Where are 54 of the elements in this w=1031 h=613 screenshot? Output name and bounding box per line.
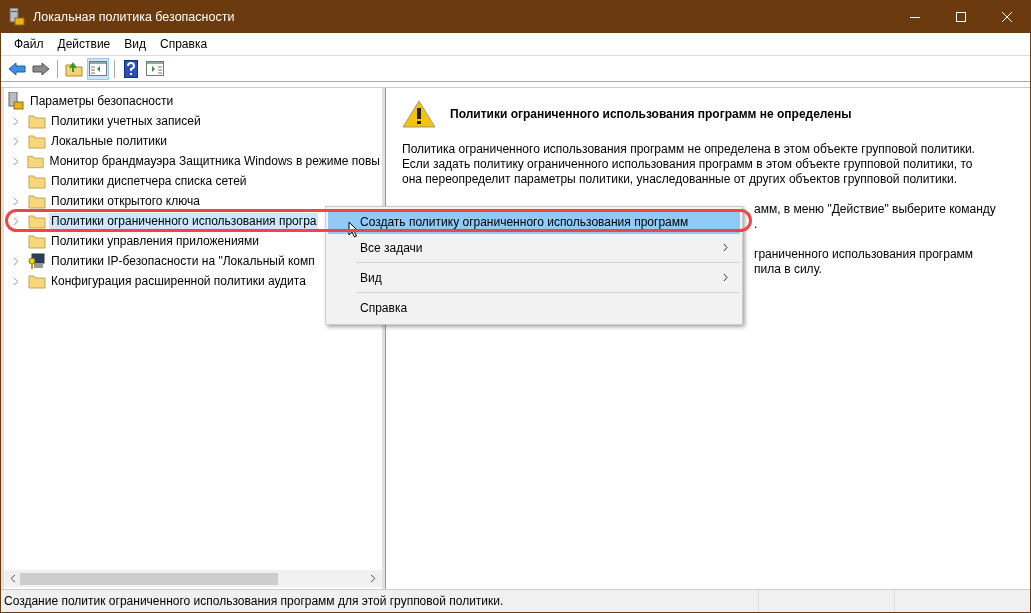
window-title: Локальная политика безопасности bbox=[33, 10, 235, 24]
tree-item[interactable]: Монитор брандмауэра Защитника Windows в режиме повы bbox=[47, 153, 382, 169]
scrollbar-thumb[interactable] bbox=[20, 572, 278, 585]
expand-chevron-icon[interactable] bbox=[13, 116, 19, 126]
folder-icon bbox=[28, 113, 46, 129]
folder-icon bbox=[28, 233, 46, 249]
folder-icon bbox=[27, 153, 45, 169]
description-text: граниченного использования программ bbox=[754, 247, 974, 261]
mouse-pointer-icon bbox=[348, 221, 359, 238]
description-text: . bbox=[754, 217, 758, 231]
tree-item[interactable]: Параметры безопасности bbox=[28, 93, 176, 109]
context-menu-item[interactable]: Все задачи bbox=[328, 234, 740, 261]
context-menu-item[interactable]: Справка bbox=[328, 294, 740, 321]
folder-icon bbox=[28, 273, 46, 289]
tree-item[interactable]: Политики управления приложениями bbox=[49, 233, 262, 249]
tree-item[interactable]: Политики открытого ключа bbox=[49, 193, 202, 209]
status-text: Создание политик ограниченного использования программ для этой групповой политики. bbox=[3, 593, 505, 610]
server-lock-icon bbox=[9, 8, 25, 26]
maximize-icon bbox=[956, 12, 966, 22]
tree-item[interactable]: Политики диспетчера списка сетей bbox=[49, 173, 249, 189]
description-text: Если задать политику ограниченного использования программ в этом объекте групповой политики, то bbox=[402, 157, 973, 171]
description-text: она переопределит параметры политики, унаследованные от других объектов групповой политики. bbox=[402, 172, 957, 186]
folder-icon bbox=[28, 193, 46, 209]
heading-text: Политики ограниченного использования программ не определены bbox=[450, 107, 852, 121]
tree-item[interactable]: Политики ограниченного использования програ bbox=[49, 213, 319, 229]
tree-item[interactable]: Конфигурация расширенной политики аудита bbox=[49, 273, 308, 289]
tree-item[interactable]: Локальные политики bbox=[49, 133, 169, 149]
close-icon bbox=[1002, 12, 1012, 22]
scroll-right-icon[interactable] bbox=[370, 574, 376, 583]
menu-item[interactable]: Файл bbox=[7, 37, 51, 51]
expand-chevron-icon[interactable] bbox=[13, 216, 19, 226]
expand-chevron-icon[interactable] bbox=[13, 256, 19, 266]
expand-chevron-icon[interactable] bbox=[13, 136, 19, 146]
description-text: пила в силу. bbox=[754, 262, 822, 276]
computer-key-icon bbox=[28, 252, 46, 270]
description-text: Политика ограниченного использования программ не определена в этом объекте групповой политики. bbox=[402, 142, 975, 156]
menu-item[interactable]: Справка bbox=[153, 37, 215, 51]
expand-chevron-icon[interactable] bbox=[13, 276, 19, 286]
tree-item[interactable]: Политики учетных записей bbox=[49, 113, 203, 129]
context-menu-item[interactable]: Вид bbox=[328, 264, 740, 291]
tree-item[interactable]: Политики IP-безопасности на "Локальный комп bbox=[49, 253, 317, 269]
expand-chevron-icon[interactable] bbox=[13, 156, 19, 166]
folder-icon bbox=[28, 133, 46, 149]
folder-icon bbox=[28, 173, 46, 189]
scroll-left-icon[interactable] bbox=[10, 574, 16, 583]
expand-chevron-icon[interactable] bbox=[13, 196, 19, 206]
menu-item[interactable]: Действие bbox=[50, 37, 118, 51]
warning-icon bbox=[402, 100, 436, 128]
description-text: амм, в меню "Действие" выберите команду bbox=[754, 202, 996, 216]
horizontal-scrollbar[interactable] bbox=[4, 570, 382, 587]
menu-item[interactable]: Вид bbox=[117, 37, 153, 51]
tree-toggle-button[interactable] bbox=[87, 57, 109, 80]
server-lock-icon bbox=[8, 92, 24, 110]
folder-icon bbox=[28, 213, 46, 229]
